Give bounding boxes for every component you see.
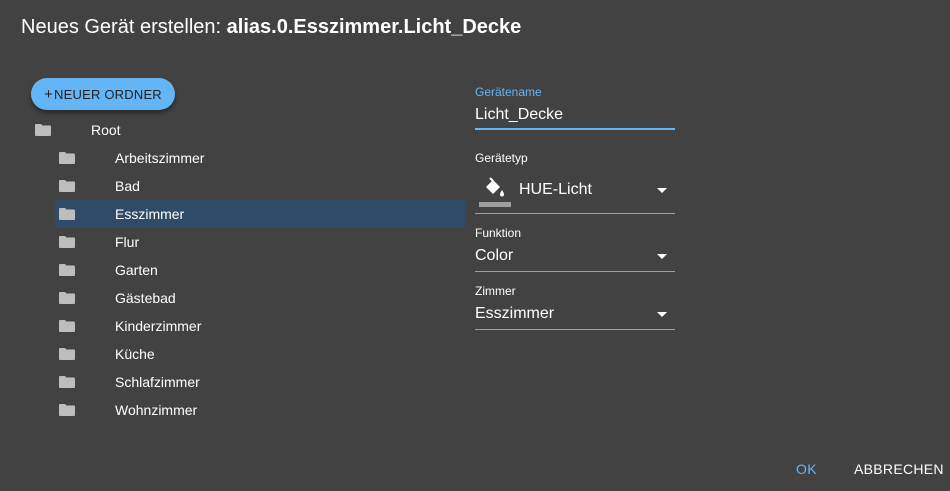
device-name-input[interactable]: Licht_Decke (475, 105, 675, 125)
tree-item[interactable]: Schlafzimmer (55, 368, 465, 396)
folder-icon (59, 404, 75, 416)
tree-item[interactable]: Gästebad (55, 284, 465, 312)
chevron-down-icon (657, 254, 667, 259)
room-label: Zimmer (475, 284, 516, 298)
cancel-button[interactable]: ABBRECHEN (854, 461, 944, 477)
room-underline (475, 329, 675, 330)
tree-item-label: Arbeitszimmer (115, 150, 205, 166)
device-type-underline (475, 213, 675, 214)
tree-item[interactable]: Wohnzimmer (55, 396, 465, 424)
tree-item[interactable]: Garten (55, 256, 465, 284)
device-name-field[interactable]: Gerätename Licht_Decke (475, 85, 675, 131)
tree-item-label: Esszimmer (115, 206, 185, 222)
dialog-title: Neues Gerät erstellen: alias.0.Esszimmer… (21, 15, 521, 39)
tree-item[interactable]: Esszimmer (55, 200, 465, 228)
tree-item[interactable]: Bad (55, 172, 465, 200)
tree-item[interactable]: Küche (55, 340, 465, 368)
device-name-underline (475, 128, 675, 130)
tree-item-label: Wohnzimmer (115, 402, 198, 418)
new-folder-button[interactable]: + NEUER ORDNER (31, 78, 175, 110)
ok-button[interactable]: OK (796, 461, 817, 477)
tree-item[interactable]: Arbeitszimmer (55, 144, 465, 172)
function-label: Funktion (475, 226, 522, 240)
folder-icon (59, 236, 75, 248)
device-type-select[interactable]: Gerätetyp HUE-Licht (475, 151, 675, 214)
chevron-down-icon (657, 312, 667, 317)
folder-icon (59, 264, 75, 276)
folder-icon (59, 292, 75, 304)
tree-item-label: Flur (115, 234, 140, 250)
folder-icon (35, 124, 51, 136)
room-value: Esszimmer (475, 305, 555, 322)
tree-item-label: Schlafzimmer (115, 374, 200, 390)
folder-icon (59, 180, 75, 192)
folder-icon (59, 208, 75, 220)
tree-item-label: Root (91, 122, 121, 138)
room-select[interactable]: Zimmer Esszimmer (475, 284, 675, 330)
tree-item[interactable]: Flur (55, 228, 465, 256)
tree-item-label: Küche (115, 346, 155, 362)
folder-icon (59, 152, 75, 164)
tree-item[interactable]: Kinderzimmer (55, 312, 465, 340)
tree-item-root[interactable]: Root (31, 116, 465, 144)
tree-item-label: Gästebad (115, 290, 176, 306)
folder-icon (59, 320, 75, 332)
tree-item-label: Garten (115, 262, 158, 278)
paint-bucket-icon (479, 177, 511, 207)
chevron-down-icon (657, 188, 667, 193)
device-type-value: HUE-Licht (519, 181, 592, 198)
tree-item-label: Kinderzimmer (115, 318, 202, 334)
dialog-title-path: alias.0.Esszimmer.Licht_Decke (226, 16, 522, 38)
device-name-label: Gerätename (475, 85, 542, 99)
folder-icon (59, 348, 75, 360)
function-select[interactable]: Funktion Color (475, 226, 675, 272)
plus-icon: + (44, 85, 54, 103)
tree-item-label: Bad (115, 178, 140, 194)
device-type-label: Gerätetyp (475, 151, 528, 165)
function-underline (475, 271, 675, 272)
function-value: Color (475, 247, 514, 264)
folder-icon (59, 376, 75, 388)
new-folder-label: NEUER ORDNER (54, 86, 162, 102)
dialog-title-prefix: Neues Gerät erstellen: (21, 16, 227, 38)
